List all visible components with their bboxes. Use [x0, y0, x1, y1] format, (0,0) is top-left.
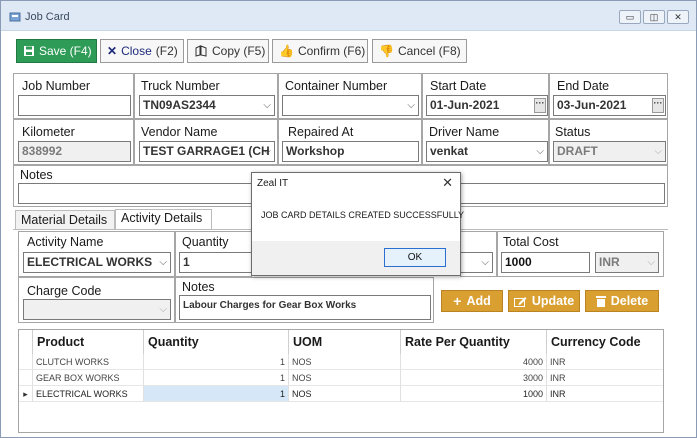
activity-grid: Product Quantity UOM Rate Per Quantity C…: [18, 329, 664, 433]
chevron-down-icon: ⌵: [481, 257, 489, 268]
dialog-footer: OK: [252, 241, 460, 275]
thumbs-down-icon: 👎: [379, 44, 394, 58]
edit-icon: [513, 296, 527, 307]
vendor-name-select[interactable]: TEST GARRAGE1 (CH ⌵: [139, 141, 275, 162]
grid-header-product[interactable]: Product: [33, 330, 144, 354]
quantity-input[interactable]: 1: [179, 252, 253, 273]
kilometer-input[interactable]: 838992: [18, 141, 131, 162]
job-card-window: Job Card ▭ ◫ ✕ Save (F4) ✕ Close (F2) Co…: [0, 0, 697, 438]
grid-header-uom[interactable]: UOM: [289, 330, 401, 354]
dialog-message: JOB CARD DETAILS CREATED SUCCESSFULLY: [261, 210, 465, 220]
add-button[interactable]: + Add: [441, 290, 503, 312]
confirm-label: Confirm (F6): [297, 44, 366, 58]
table-row-selected[interactable]: ▸ ELECTRICAL WORKS 1 NOS 1000 INR: [19, 386, 663, 402]
total-cost-input[interactable]: 1000: [501, 252, 590, 273]
uom-select[interactable]: ⌵: [460, 252, 493, 273]
currency-select[interactable]: INR ⌵: [595, 252, 659, 273]
close-label: Close: [121, 44, 152, 58]
activity-name-field: Activity Name ELECTRICAL WORKS ⌵: [18, 231, 175, 277]
date-picker-button[interactable]: ···: [534, 98, 546, 113]
status-select[interactable]: DRAFT ⌵: [553, 141, 666, 162]
restore-button[interactable]: ◫: [643, 10, 665, 24]
grid-row-header: [19, 330, 33, 354]
total-cost-field: Total Cost 1000 INR ⌵: [497, 231, 664, 277]
chevron-down-icon: ⌵: [159, 304, 167, 315]
quantity-field: Quantity 1: [175, 231, 253, 277]
copy-button[interactable]: Copy (F5): [187, 39, 269, 63]
activity-notes-input[interactable]: Labour Charges for Gear Box Works: [179, 295, 431, 320]
save-label: Save (F4): [39, 44, 92, 58]
grid-header-rate[interactable]: Rate Per Quantity: [401, 330, 547, 354]
cancel-button[interactable]: 👎 Cancel (F8): [372, 39, 467, 63]
job-number-input[interactable]: [18, 95, 131, 116]
table-row[interactable]: GEAR BOX WORKS 1 NOS 3000 INR: [19, 370, 663, 386]
app-icon: [9, 12, 21, 22]
close-window-button[interactable]: ✕: [667, 10, 689, 24]
delete-button[interactable]: Delete: [585, 290, 659, 312]
thumbs-up-icon: 👍: [279, 44, 294, 58]
grid-header-quantity[interactable]: Quantity: [144, 330, 289, 354]
close-shortcut: (F2): [155, 44, 178, 58]
copy-icon: [195, 45, 207, 57]
table-row[interactable]: CLUTCH WORKS 1 NOS 4000 INR: [19, 354, 663, 370]
close-icon: ✕: [107, 44, 118, 58]
row-indicator-icon: ▸: [19, 386, 33, 402]
driver-name-select[interactable]: venkat ⌵: [426, 141, 548, 162]
end-date-input[interactable]: 03-Jun-2021 ···: [553, 95, 666, 116]
copy-label: Copy (F5): [212, 44, 266, 58]
chevron-down-icon: ⌵: [536, 146, 544, 157]
chevron-down-icon: ⌵: [263, 146, 271, 157]
save-button[interactable]: Save (F4): [16, 39, 97, 63]
vendor-name-field: Vendor Name TEST GARRAGE1 (CH ⌵: [134, 119, 278, 165]
chevron-down-icon: ⌵: [407, 100, 415, 111]
charge-code-select[interactable]: ⌵: [23, 299, 171, 320]
activity-notes-field: Notes Labour Charges for Gear Box Works: [175, 277, 434, 323]
container-number-field: Container Number ⌵: [278, 73, 422, 119]
container-number-select[interactable]: ⌵: [282, 95, 419, 116]
message-dialog: Zeal IT ✕ JOB CARD DETAILS CREATED SUCCE…: [251, 172, 465, 276]
trash-icon: [595, 296, 606, 307]
minimize-button[interactable]: ▭: [619, 10, 641, 24]
tab-activity-details[interactable]: Activity Details: [115, 209, 212, 230]
plus-icon: +: [453, 293, 462, 309]
grid-header-currency[interactable]: Currency Code: [547, 330, 663, 354]
charge-code-field: Charge Code ⌵: [18, 277, 175, 323]
dialog-title: Zeal IT: [257, 178, 289, 189]
save-icon: [24, 46, 34, 56]
status-field: Status DRAFT ⌵: [549, 119, 668, 165]
dialog-close-icon[interactable]: ✕: [442, 175, 453, 191]
tab-material-details[interactable]: Material Details: [15, 210, 115, 230]
close-button[interactable]: ✕ Close (F2): [100, 39, 184, 63]
driver-name-field: Driver Name venkat ⌵: [422, 119, 549, 165]
truck-number-field: Truck Number TN09AS2344 ⌵: [134, 73, 278, 119]
job-number-field: Job Number: [13, 73, 134, 119]
ok-button[interactable]: OK: [384, 248, 446, 267]
chevron-down-icon: ⌵: [647, 257, 655, 268]
truck-number-select[interactable]: TN09AS2344 ⌵: [139, 95, 275, 116]
window-title: Job Card: [25, 11, 70, 23]
start-date-input[interactable]: 01-Jun-2021 ···: [426, 95, 548, 116]
chevron-down-icon: ⌵: [654, 146, 662, 157]
end-date-field: End Date 03-Jun-2021 ···: [549, 73, 668, 119]
chevron-down-icon: ⌵: [263, 100, 271, 111]
confirm-button[interactable]: 👍 Confirm (F6): [272, 39, 368, 63]
update-button[interactable]: Update: [508, 290, 580, 312]
activity-name-select[interactable]: ELECTRICAL WORKS ⌵: [23, 252, 171, 273]
repaired-at-input[interactable]: Workshop: [282, 141, 419, 162]
repaired-at-field: Repaired At Workshop: [278, 119, 422, 165]
cancel-label: Cancel (F8): [397, 44, 461, 58]
kilometer-field: Kilometer 838992: [13, 119, 134, 165]
chevron-down-icon: ⌵: [159, 257, 167, 268]
date-picker-button[interactable]: ···: [652, 98, 664, 113]
uom-field-partial: ⌵: [460, 231, 497, 277]
start-date-field: Start Date 01-Jun-2021 ···: [422, 73, 549, 119]
title-bar: Job Card ▭ ◫ ✕: [1, 1, 696, 31]
